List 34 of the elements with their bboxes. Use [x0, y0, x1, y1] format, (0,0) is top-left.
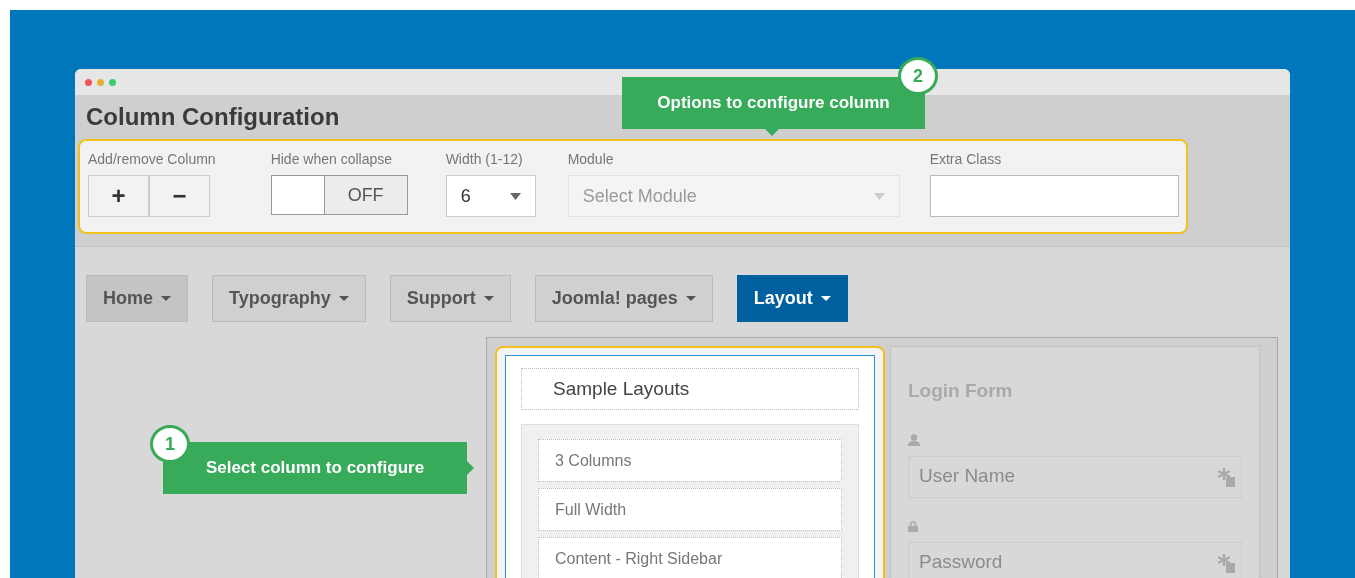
list-item[interactable]: 3 Columns	[538, 439, 842, 482]
field-label: Hide when collapse	[270, 150, 394, 169]
menu-tab[interactable]: Home	[86, 275, 188, 322]
padlock-icon	[908, 520, 918, 532]
remove-button[interactable]: −	[149, 175, 210, 217]
caret-icon	[338, 296, 349, 301]
menu-tab[interactable]: Typography	[212, 275, 366, 322]
field-label: Module	[567, 150, 615, 169]
layout-column[interactable]: Sample Layouts 3 Columns Full Width Content - Right Sidebar	[495, 346, 885, 578]
toggle-switch[interactable]: OFF	[270, 175, 408, 215]
field-label: Add/remove Column	[88, 150, 216, 169]
dropdown-select[interactable]: 6	[445, 175, 536, 217]
dropdown-select: Select Module	[567, 175, 900, 217]
module-title: Sample Layouts	[521, 368, 859, 410]
add-button[interactable]: +	[88, 175, 149, 217]
menu-tab[interactable]: Support	[389, 275, 511, 322]
text-field[interactable]	[929, 175, 1179, 217]
field-label: Extra Class	[929, 150, 1003, 169]
caret-icon	[685, 296, 696, 301]
caret-icon	[873, 192, 885, 200]
person-icon	[908, 434, 920, 447]
asterisk-key-icon	[1217, 552, 1235, 573]
menu-tab[interactable]: Joomla! pages	[534, 275, 713, 322]
callout-pointer	[765, 129, 779, 136]
caret-icon	[509, 192, 521, 200]
list-item[interactable]: Content - Right Sidebar	[538, 537, 842, 578]
caret-icon	[161, 296, 171, 301]
caret-icon	[483, 296, 494, 301]
window-title: Column Configuration	[86, 103, 340, 131]
caret-icon	[820, 296, 831, 301]
asterisk-key-icon	[1217, 466, 1235, 487]
menu-tab[interactable]: Layout	[736, 275, 848, 322]
list-item[interactable]: Full Width	[538, 488, 842, 531]
field-label: Width (1-12)	[445, 150, 524, 169]
